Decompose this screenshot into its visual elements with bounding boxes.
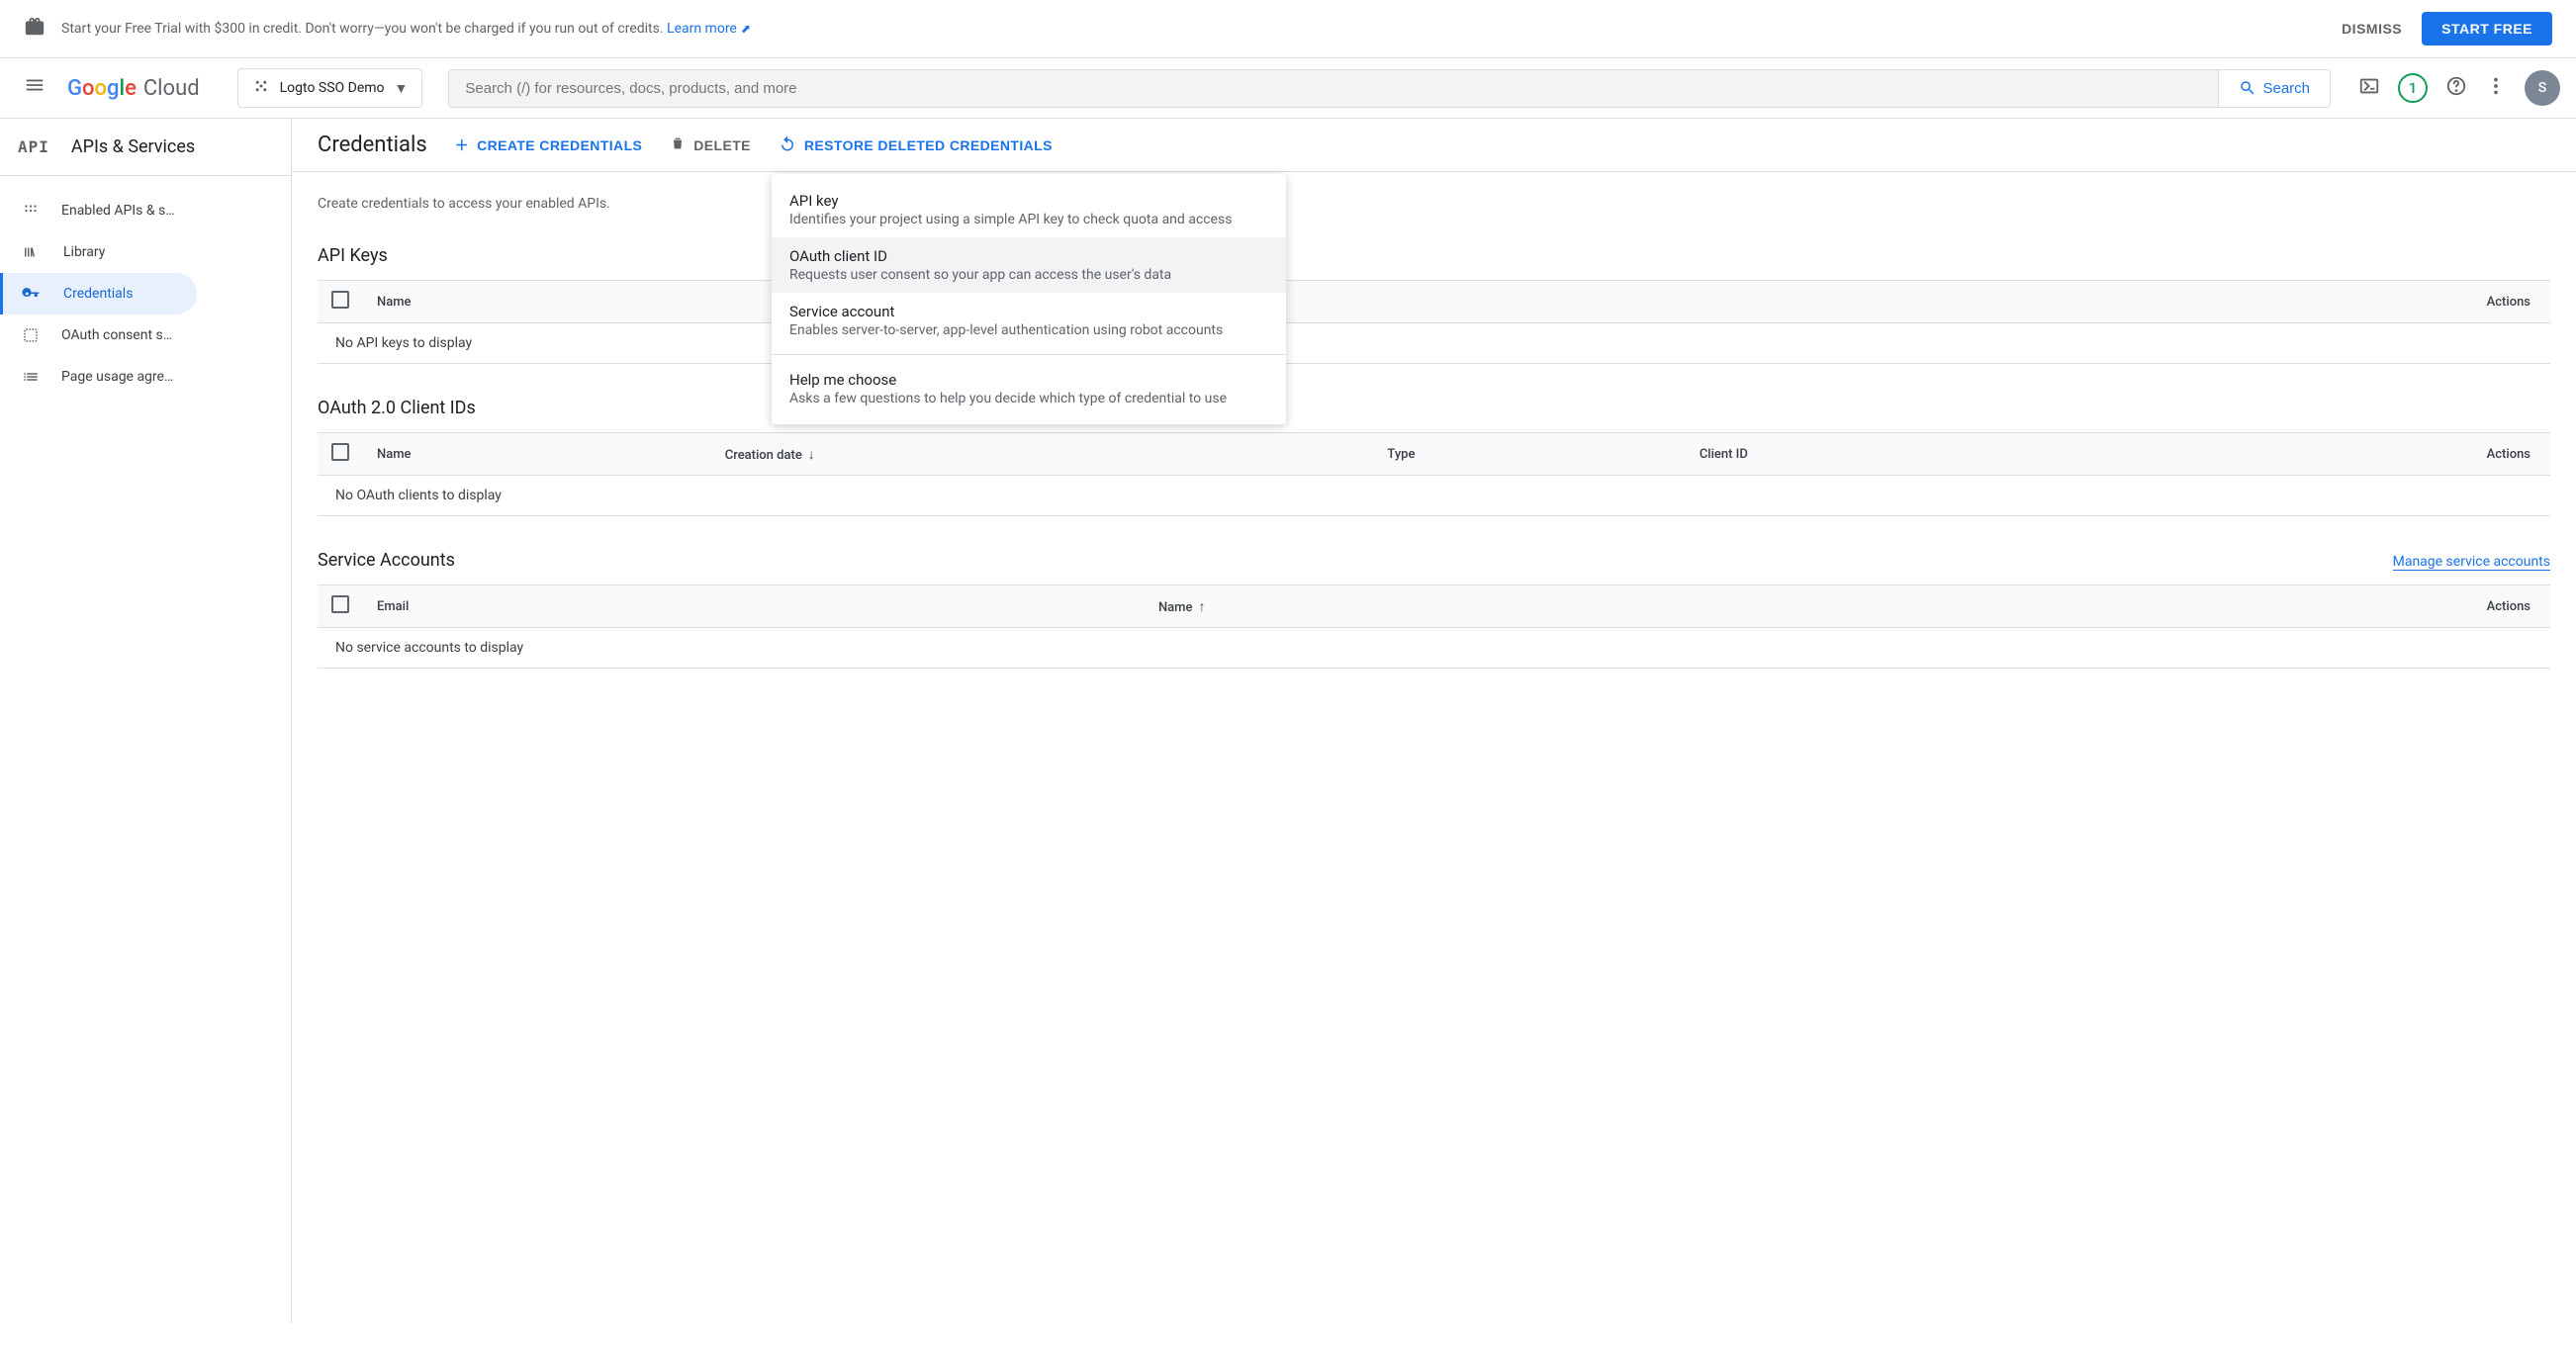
page-description: Create credentials to access your enable… bbox=[318, 196, 2550, 212]
column-header[interactable]: Type bbox=[1373, 433, 1685, 476]
sidebar-item-enabled-apis[interactable]: Enabled APIs & services bbox=[0, 190, 197, 231]
gift-icon bbox=[24, 16, 46, 43]
restore-icon bbox=[779, 135, 796, 155]
sidebar-item-label: Credentials bbox=[63, 286, 133, 302]
api-keys-title: API Keys bbox=[318, 245, 2550, 266]
sort-down-icon: ↓ bbox=[808, 447, 815, 463]
page-title: Credentials bbox=[318, 133, 427, 157]
empty-state: No service accounts to display bbox=[318, 628, 2550, 669]
search-bar: Search bbox=[448, 69, 2331, 108]
column-header[interactable]: Name↑ bbox=[1145, 585, 1834, 628]
sidebar-item-label: Page usage agreements bbox=[61, 369, 175, 385]
dropdown-item-service-account[interactable]: Service account Enables server-to-server… bbox=[772, 293, 1286, 348]
service-accounts-title: Service Accounts bbox=[318, 550, 455, 571]
dropdown-item-oauth-client[interactable]: OAuth client ID Requests user consent so… bbox=[772, 237, 1286, 293]
more-icon[interactable] bbox=[2485, 75, 2507, 101]
empty-state: No API keys to display bbox=[318, 323, 2550, 364]
project-picker[interactable]: Logto SSO Demo ▼ bbox=[237, 68, 423, 108]
project-name: Logto SSO Demo bbox=[280, 80, 385, 96]
manage-service-accounts-link[interactable]: Manage service accounts bbox=[2393, 554, 2550, 571]
notifications-badge[interactable]: 1 bbox=[2398, 73, 2428, 103]
oauth-clients-title: OAuth 2.0 Client IDs bbox=[318, 398, 2550, 418]
avatar[interactable]: S bbox=[2525, 70, 2560, 106]
consent-icon bbox=[22, 326, 40, 344]
sidebar-item-credentials[interactable]: Credentials bbox=[0, 273, 197, 315]
sidebar-item-page-usage[interactable]: Page usage agreements bbox=[0, 356, 197, 398]
create-credentials-button[interactable]: ＋ CREATE CREDENTIALS bbox=[455, 135, 643, 155]
main-content: Credentials ＋ CREATE CREDENTIALS DELETE … bbox=[292, 119, 2576, 1323]
enabled-apis-icon bbox=[22, 202, 40, 220]
library-icon bbox=[22, 243, 42, 261]
search-button[interactable]: Search bbox=[2218, 70, 2330, 107]
dropdown-item-help-me-choose[interactable]: Help me choose Asks a few questions to h… bbox=[772, 361, 1286, 416]
project-icon bbox=[252, 77, 270, 99]
hamburger-menu-icon[interactable] bbox=[16, 66, 53, 110]
column-header[interactable]: Client ID bbox=[1686, 433, 2114, 476]
sidebar-item-label: OAuth consent screen bbox=[61, 327, 175, 343]
usage-icon bbox=[22, 368, 40, 386]
google-cloud-logo[interactable]: Google Cloud bbox=[67, 76, 200, 101]
column-header[interactable]: Creation date↓ bbox=[711, 433, 1374, 476]
column-header[interactable]: Email bbox=[363, 585, 1145, 628]
cloud-shell-icon[interactable] bbox=[2358, 75, 2380, 101]
section-header[interactable]: API APIs & Services bbox=[0, 119, 291, 176]
trash-icon bbox=[670, 135, 686, 154]
sidebar-item-oauth-consent[interactable]: OAuth consent screen bbox=[0, 315, 197, 356]
delete-button[interactable]: DELETE bbox=[670, 135, 751, 154]
header: Google Cloud Logto SSO Demo ▼ Search 1 S bbox=[0, 58, 2576, 119]
empty-state: No OAuth clients to display bbox=[318, 476, 2550, 516]
trial-banner: Start your Free Trial with $300 in credi… bbox=[0, 0, 2576, 58]
sidebar: API APIs & Services Enabled APIs & servi… bbox=[0, 119, 292, 1323]
column-header: Actions bbox=[2114, 433, 2550, 476]
plus-icon: ＋ bbox=[455, 135, 469, 155]
select-all-checkbox[interactable] bbox=[331, 443, 349, 461]
column-header[interactable]: Name bbox=[363, 433, 711, 476]
sidebar-item-label: Library bbox=[63, 244, 105, 260]
dropdown-divider bbox=[772, 354, 1286, 355]
help-icon[interactable] bbox=[2445, 75, 2467, 101]
search-input[interactable] bbox=[449, 70, 2218, 107]
page-header: Credentials ＋ CREATE CREDENTIALS DELETE … bbox=[292, 119, 2576, 172]
chevron-down-icon: ▼ bbox=[395, 80, 409, 97]
column-header: Actions bbox=[1834, 585, 2550, 628]
restore-credentials-button[interactable]: RESTORE DELETED CREDENTIALS bbox=[779, 135, 1053, 155]
sidebar-item-label: Enabled APIs & services bbox=[61, 203, 175, 219]
api-keys-table: Name Restrictions Actions No API keys to… bbox=[318, 280, 2550, 364]
service-accounts-table: Email Name↑ Actions No service accounts … bbox=[318, 584, 2550, 669]
create-credentials-dropdown: API key Identifies your project using a … bbox=[772, 174, 1286, 424]
start-free-button[interactable]: START FREE bbox=[2422, 12, 2552, 45]
sidebar-item-library[interactable]: Library bbox=[0, 231, 197, 273]
dropdown-item-api-key[interactable]: API key Identifies your project using a … bbox=[772, 182, 1286, 237]
learn-more-link[interactable]: Learn more⬈ bbox=[667, 21, 751, 37]
select-all-checkbox[interactable] bbox=[331, 595, 349, 613]
column-header: Actions bbox=[1830, 281, 2550, 323]
dismiss-button[interactable]: DISMISS bbox=[2342, 21, 2402, 37]
trial-text: Start your Free Trial with $300 in credi… bbox=[61, 21, 751, 37]
external-link-icon: ⬈ bbox=[741, 22, 751, 36]
sort-up-icon: ↑ bbox=[1198, 599, 1205, 615]
api-logo-icon: API bbox=[18, 137, 49, 156]
key-icon bbox=[22, 285, 42, 303]
select-all-checkbox[interactable] bbox=[331, 291, 349, 309]
oauth-clients-table: Name Creation date↓ Type Client ID Actio… bbox=[318, 432, 2550, 516]
